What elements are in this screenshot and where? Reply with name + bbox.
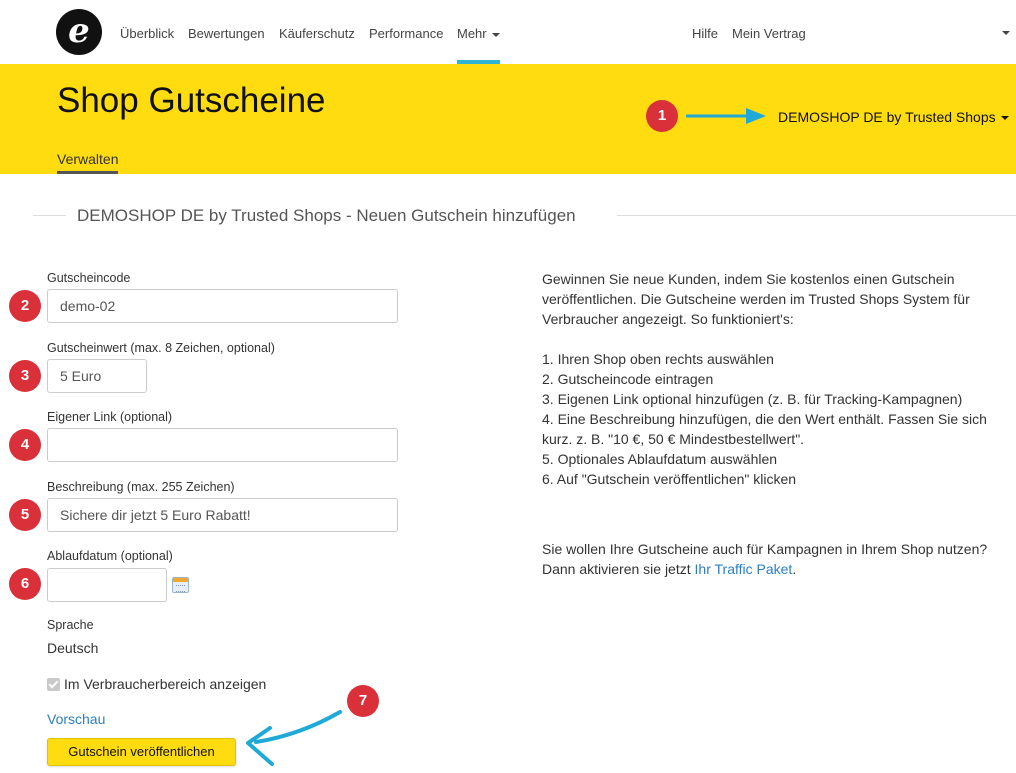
traffic-package-link[interactable]: Ihr Traffic Paket	[695, 561, 793, 577]
own-link-label: Eigener Link (optional)	[47, 410, 173, 424]
nav-item-my-contract[interactable]: Mein Vertrag	[732, 26, 806, 41]
nav-item-reviews[interactable]: Bewertungen	[188, 26, 265, 41]
shop-selector-dropdown[interactable]: DEMOSHOP DE by Trusted Shops	[778, 109, 1009, 125]
info-step: 1. Ihren Shop oben rechts auswählen	[542, 351, 774, 367]
nav-item-buyer-protection[interactable]: Käuferschutz	[279, 26, 355, 41]
trusted-shops-logo-icon[interactable]: e	[56, 9, 102, 55]
nav-item-help[interactable]: Hilfe	[692, 26, 718, 41]
page-title: Shop Gutscheine	[57, 81, 326, 120]
info-campaign-line: Dann aktivieren sie jetzt Ihr Traffic Pa…	[542, 559, 1002, 579]
tab-manage[interactable]: Verwalten	[57, 151, 118, 167]
annotation-badge: 3	[9, 360, 41, 392]
consumer-area-label: Im Verbraucherbereich anzeigen	[64, 676, 267, 692]
description-label: Beschreibung (max. 255 Zeichen)	[47, 480, 235, 494]
section-divider-left	[33, 215, 66, 216]
arrow-curved-icon	[246, 710, 342, 766]
nav-item-performance[interactable]: Performance	[369, 26, 443, 41]
info-campaign: Sie wollen Ihre Gutscheine auch für Kamp…	[542, 539, 1002, 579]
page-header: Shop Gutscheine Verwalten DEMOSHOP DE by…	[0, 64, 1016, 174]
shop-selector-label: DEMOSHOP DE by Trusted Shops	[778, 109, 996, 125]
info-step: 6. Auf "Gutschein veröffentlichen" klick…	[542, 471, 797, 487]
calendar-icon[interactable]	[172, 577, 189, 593]
info-campaign-prefix: Dann aktivieren sie jetzt	[542, 561, 695, 577]
nav-item-overview[interactable]: Überblick	[120, 26, 174, 41]
annotation-badge: 2	[9, 290, 41, 322]
consumer-area-checkbox-row[interactable]: Im Verbraucherbereich anzeigen	[47, 676, 266, 692]
annotation-badge: 6	[9, 568, 41, 600]
top-navigation: e Überblick Bewertungen Käuferschutz Per…	[0, 0, 1016, 64]
expiry-date-input[interactable]	[47, 568, 167, 602]
voucher-code-input[interactable]	[47, 289, 398, 323]
annotation-badge: 7	[347, 685, 379, 717]
tab-active-indicator	[57, 171, 118, 174]
info-step: 2. Gutscheincode eintragen	[542, 371, 714, 387]
info-campaign-suffix: .	[792, 561, 797, 577]
nav-item-more-label: Mehr	[457, 26, 487, 41]
chevron-down-icon	[1000, 116, 1009, 121]
voucher-value-label: Gutscheinwert (max. 8 Zeichen, optional)	[47, 341, 275, 355]
nav-item-more[interactable]: Mehr	[457, 26, 500, 41]
language-value: Deutsch	[47, 640, 99, 656]
own-link-input[interactable]	[47, 428, 398, 462]
language-label: Sprache	[47, 618, 94, 632]
info-step: 3. Eigenen Link optional hinzufügen (z. …	[542, 391, 963, 407]
info-intro: Gewinnen Sie neue Kunden, indem Sie kost…	[542, 271, 970, 327]
publish-voucher-button[interactable]: Gutschein veröffentlichen	[47, 738, 236, 766]
annotation-badge: 4	[9, 429, 41, 461]
voucher-value-input[interactable]	[47, 359, 147, 393]
expiry-date-label: Ablaufdatum (optional)	[47, 549, 173, 563]
section-title: DEMOSHOP DE by Trusted Shops - Neuen Gut…	[77, 206, 576, 225]
voucher-code-label: Gutscheincode	[47, 271, 131, 285]
user-menu-chevron-icon[interactable]	[1002, 31, 1010, 35]
info-step: 5. Optionales Ablaufdatum auswählen	[542, 451, 778, 467]
description-input[interactable]	[47, 498, 398, 532]
info-campaign-question: Sie wollen Ihre Gutscheine auch für Kamp…	[542, 541, 988, 557]
chevron-down-icon	[491, 32, 500, 37]
annotation-badge: 5	[9, 499, 41, 531]
annotation-badge: 1	[646, 100, 678, 132]
section-divider-right	[617, 215, 1016, 216]
preview-link[interactable]: Vorschau	[47, 711, 105, 727]
consumer-area-checkbox[interactable]	[47, 678, 60, 691]
info-step: 4. Eine Beschreibung hinzufügen, die den…	[542, 411, 987, 447]
info-steps-list: 1. Ihren Shop oben rechts auswählen 2. G…	[542, 349, 1002, 489]
